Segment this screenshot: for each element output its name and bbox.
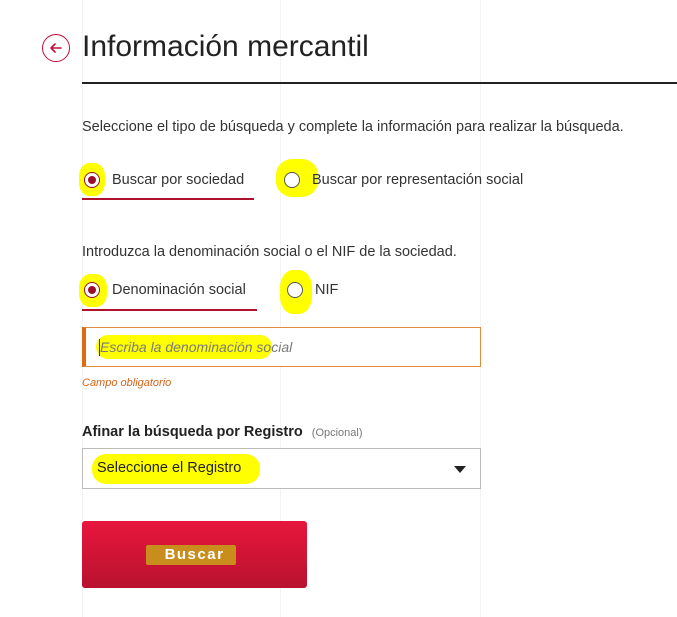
radio-button[interactable] [287, 282, 303, 298]
page-title: Información mercantil [82, 30, 369, 63]
search-button-label: Buscar [164, 546, 225, 563]
search-button[interactable]: Buscar [82, 521, 307, 588]
chevron-down-icon [454, 466, 466, 473]
radio-label: NIF [315, 282, 339, 298]
registry-select[interactable]: Seleccione el Registro [82, 448, 481, 489]
required-field-note: Campo obligatorio [82, 377, 172, 389]
radio-label: Buscar por sociedad [112, 172, 245, 188]
selected-underline [82, 198, 254, 200]
layout-guide [480, 0, 481, 617]
radio-label: Denominación social [112, 282, 246, 298]
radio-denominacion-social[interactable]: Denominación social [84, 279, 246, 301]
radio-button[interactable] [284, 172, 300, 188]
optional-note: (Opcional) [311, 427, 363, 439]
radio-label: Buscar por representación social [312, 172, 524, 188]
company-instruction: Introduzca la denominación social o el N… [82, 244, 457, 260]
radio-buscar-por-sociedad[interactable]: Buscar por sociedad [84, 169, 244, 191]
registry-label-text: Afinar la búsqueda por Registro [82, 424, 303, 440]
radio-button-checked[interactable] [84, 282, 100, 298]
selected-underline [82, 309, 257, 311]
text-caret [99, 339, 100, 356]
radio-nif[interactable]: NIF [287, 279, 338, 301]
arrow-left-circle-icon [50, 43, 62, 53]
radio-button-checked[interactable] [84, 172, 100, 188]
denominacion-input[interactable] [100, 328, 470, 366]
radio-buscar-por-representacion-social[interactable]: Buscar por representación social [284, 169, 523, 191]
search-type-instruction: Seleccione el tipo de búsqueda y complet… [82, 119, 624, 135]
registry-select-value: Seleccione el Registro [97, 460, 242, 476]
denominacion-input-wrapper [82, 327, 481, 367]
back-button[interactable] [42, 34, 70, 62]
registry-label: Afinar la búsqueda por Registro (Opciona… [82, 424, 363, 440]
title-divider [82, 82, 677, 84]
